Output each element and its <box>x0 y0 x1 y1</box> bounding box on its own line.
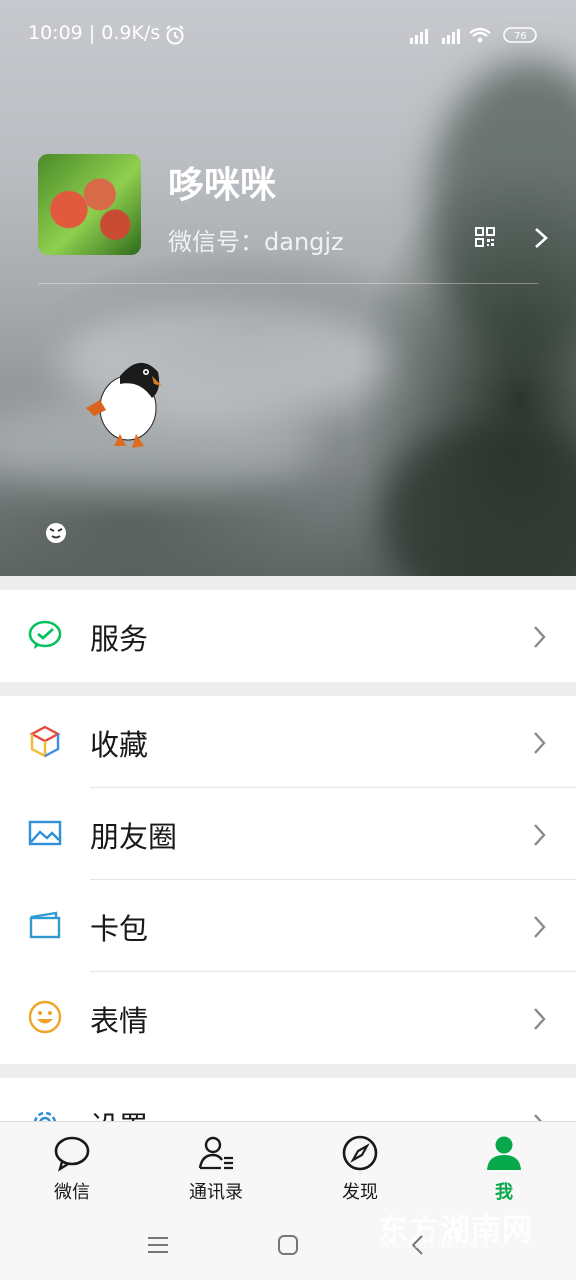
menu-label: 服务 <box>90 622 149 656</box>
menu-item-moments[interactable]: 朋友圈 <box>0 788 576 880</box>
menu-label: 收藏 <box>90 728 149 762</box>
menu-item-services[interactable]: 服务 <box>0 590 576 682</box>
tab-me[interactable]: 我 <box>449 1122 559 1212</box>
menu-group-services: 服务 <box>0 590 576 682</box>
home-icon[interactable] <box>276 1233 300 1257</box>
menu-icon[interactable] <box>146 1235 170 1255</box>
chevron-right-icon <box>534 626 546 648</box>
status-indicators: 76 <box>402 24 542 50</box>
moments-photo-icon <box>28 820 62 846</box>
tab-label: 通讯录 <box>189 1182 243 1203</box>
chat-bubble-icon <box>54 1136 90 1172</box>
avatar[interactable] <box>38 154 141 255</box>
card-wallet-icon <box>29 911 61 939</box>
profile-wechat-id: 微信号：dangjz <box>168 228 344 256</box>
chevron-right-icon <box>534 824 546 846</box>
status-face-icon[interactable] <box>44 520 68 544</box>
penguin-sticker[interactable] <box>80 350 170 455</box>
contacts-icon <box>198 1136 233 1170</box>
menu-item-stickers[interactable]: 表情 <box>0 972 576 1064</box>
menu-item-favorites[interactable]: 收藏 <box>0 696 576 788</box>
signal-wifi-battery-icon: 76 <box>410 27 537 44</box>
status-time-speed: 10:09 | 0.9K/s <box>28 22 161 44</box>
tab-label: 发现 <box>342 1182 378 1203</box>
status-bar: 10:09 | 0.9K/s 76 <box>0 14 576 54</box>
tab-discover[interactable]: 发现 <box>305 1122 415 1212</box>
profile-arrow-icon[interactable] <box>530 226 552 250</box>
chevron-right-icon <box>534 916 546 938</box>
profile-header: 10:09 | 0.9K/s 76 哆咪咪 微信号：dangjz <box>0 0 576 576</box>
alarm-icon <box>166 25 184 45</box>
tab-contacts[interactable]: 通讯录 <box>161 1122 271 1212</box>
person-icon <box>487 1136 521 1170</box>
compass-icon <box>342 1135 378 1171</box>
tab-label: 我 <box>495 1182 513 1203</box>
qr-code-icon[interactable] <box>474 226 496 248</box>
wechat-pay-icon <box>28 620 62 649</box>
menu-group-main: 收藏 朋友圈 卡包 表情 <box>0 696 576 1064</box>
tab-label: 微信 <box>54 1182 90 1203</box>
tab-chats[interactable]: 微信 <box>17 1122 127 1212</box>
svg-text:76: 76 <box>514 31 527 42</box>
profile-nickname: 哆咪咪 <box>168 165 277 206</box>
watermark-url: WWW.DFHN.COM <box>380 1240 491 1251</box>
menu-label: 朋友圈 <box>90 820 178 854</box>
emoji-smile-icon <box>28 1000 62 1034</box>
header-divider <box>38 283 538 284</box>
favorites-cube-icon <box>29 725 61 758</box>
menu-label: 表情 <box>90 1004 149 1038</box>
bottom-tab-bar: 微信 通讯录 发现 我 <box>0 1121 576 1212</box>
menu-item-card-wallet[interactable]: 卡包 <box>0 880 576 972</box>
chevron-right-icon <box>534 732 546 754</box>
menu-label: 卡包 <box>90 912 149 946</box>
chevron-right-icon <box>534 1008 546 1030</box>
